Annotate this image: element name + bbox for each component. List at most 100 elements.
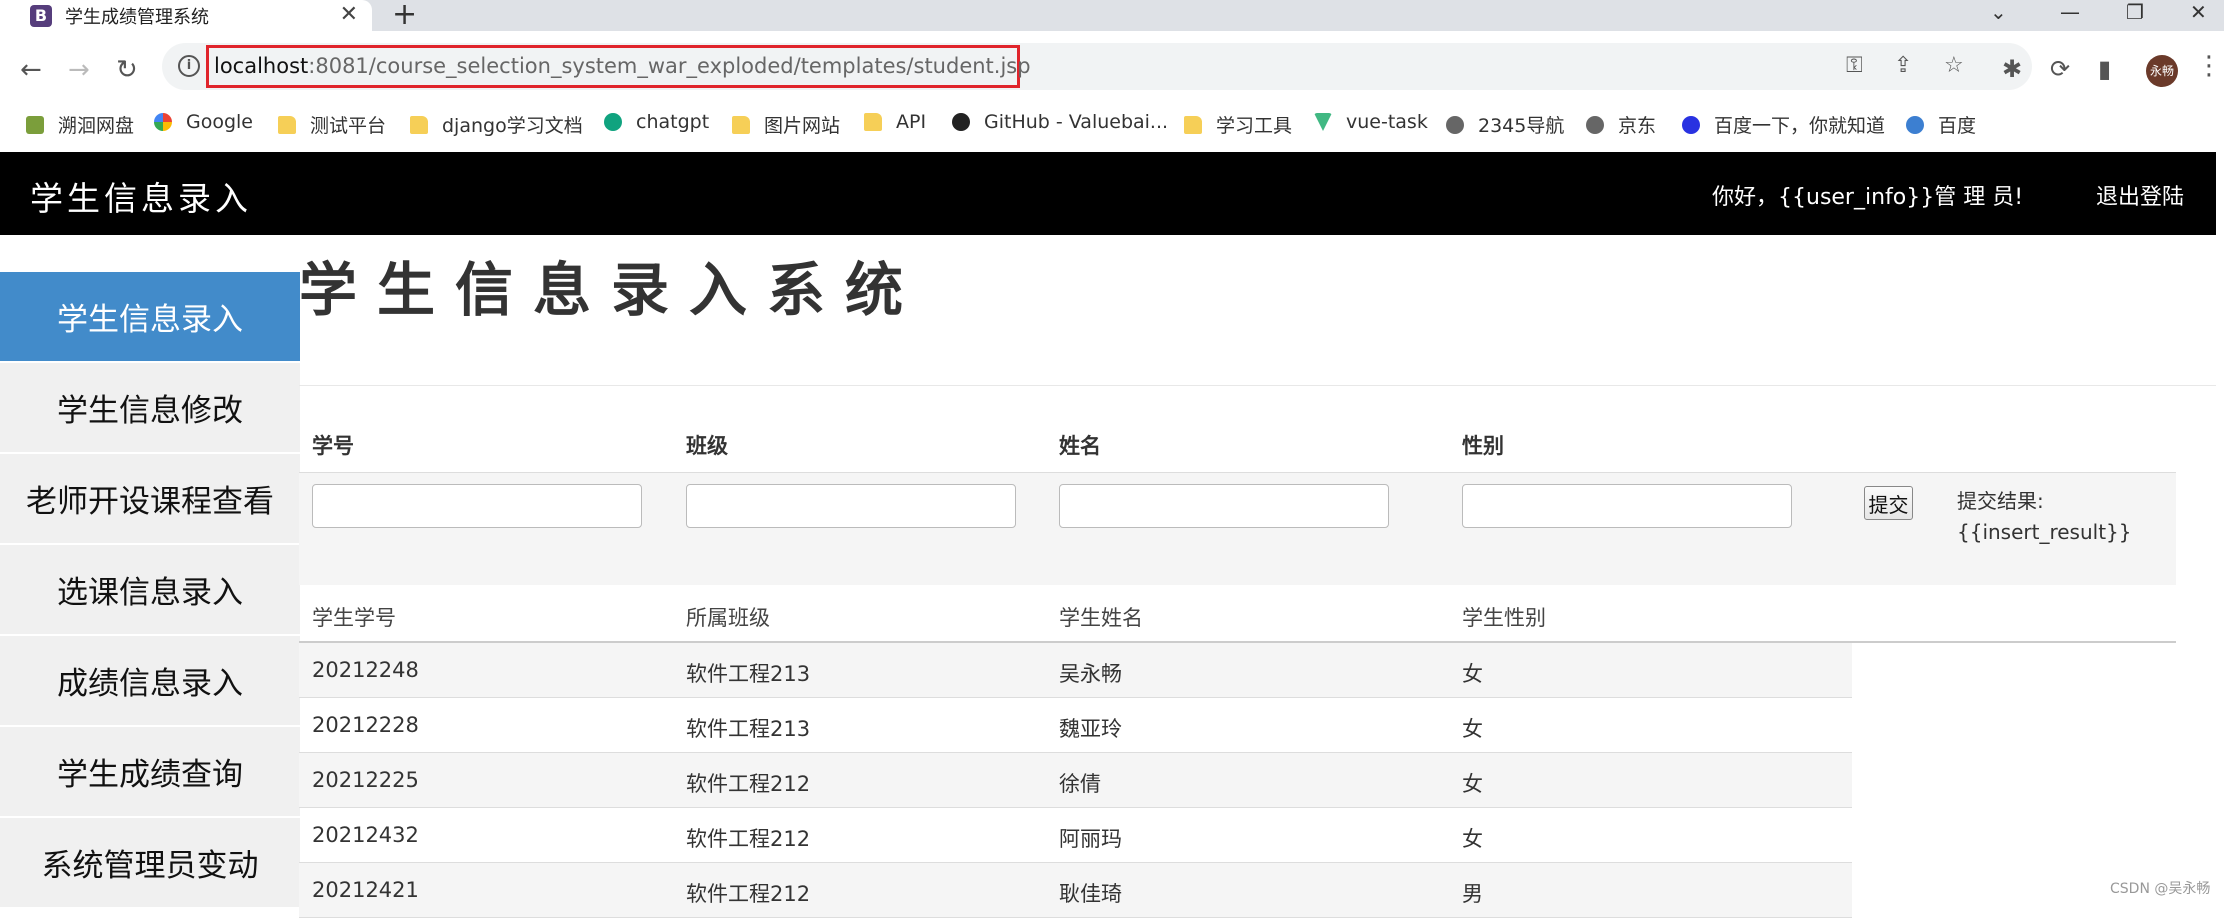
table-row: 20212248 软件工程213 吴永畅 女 xyxy=(299,643,1852,698)
sidebar: 学生信息录入 学生信息修改 老师开设课程查看 选课信息录入 成绩信息录入 学生成… xyxy=(0,272,300,909)
form-label-id: 学号 xyxy=(312,434,354,458)
google-icon xyxy=(154,113,172,131)
folder-icon xyxy=(864,113,882,131)
bookmark-item[interactable]: django学习文档 xyxy=(410,111,583,138)
table-header-class: 所属班级 xyxy=(686,606,770,630)
browser-tab[interactable]: B 学生成绩管理系统 ✕ xyxy=(0,0,372,31)
bookmark-item[interactable]: API xyxy=(864,111,926,133)
cell-class: 软件工程212 xyxy=(686,827,811,851)
cell-gender: 女 xyxy=(1462,827,1483,851)
restore-icon[interactable]: ❐ xyxy=(2126,0,2144,24)
logout-link[interactable]: 退出登陆 xyxy=(2096,179,2184,211)
performance-icon[interactable]: ⟳ xyxy=(2050,55,2070,83)
url-host: localhost xyxy=(214,54,309,78)
folder-icon xyxy=(410,115,428,134)
browser-tabstrip: B 学生成绩管理系统 ✕ + ⌄ — ❐ ✕ xyxy=(0,0,2224,31)
bookmark-item[interactable]: vue-task xyxy=(1314,111,1428,133)
table-header-gender: 学生性别 xyxy=(1462,606,1546,630)
cell-name: 耿佳琦 xyxy=(1059,882,1122,906)
more-menu-icon[interactable]: ⋮ xyxy=(2196,51,2222,81)
vue-icon xyxy=(1314,113,1332,131)
bookmark-item[interactable]: 2345导航 xyxy=(1446,111,1564,138)
bookmark-item[interactable]: GitHub - Valuebai... xyxy=(952,111,1168,133)
globe-icon xyxy=(1446,115,1464,134)
cell-student-id: 20212432 xyxy=(312,823,419,847)
bookmark-item[interactable]: 学习工具 xyxy=(1184,111,1292,138)
form-label-gender: 性别 xyxy=(1462,434,1504,458)
bookmark-item[interactable]: 图片网站 xyxy=(732,111,840,138)
bookmark-item[interactable]: 京东 xyxy=(1586,111,1656,138)
bookmark-item[interactable]: 溯洄网盘 xyxy=(26,111,134,138)
sidebar-item-teacher-courses[interactable]: 老师开设课程查看 xyxy=(0,454,300,545)
class-input[interactable] xyxy=(686,484,1016,528)
key-icon[interactable]: ⚿ xyxy=(1846,53,1863,78)
name-input[interactable] xyxy=(1059,484,1389,528)
bookmarks-bar: 溯洄网盘 Google 测试平台 django学习文档 chatgpt 图片网站… xyxy=(0,107,2224,143)
cloud-icon xyxy=(26,115,44,134)
top-navbar: 学生信息录入 你好，{{user_info}}管 理 员! 退出登陆 xyxy=(0,152,2216,235)
submit-result-label: 提交结果: xyxy=(1957,489,2044,513)
cell-name: 徐倩 xyxy=(1059,772,1101,796)
sidebar-item-student-entry[interactable]: 学生信息录入 xyxy=(0,272,300,363)
bookmark-item[interactable]: 百度 xyxy=(1906,111,1976,138)
table-header-id: 学生学号 xyxy=(312,606,396,630)
table-header-name: 学生姓名 xyxy=(1059,606,1143,630)
window-close-icon[interactable]: ✕ xyxy=(2190,0,2207,24)
cell-student-id: 20212225 xyxy=(312,768,419,792)
cell-name: 阿丽玛 xyxy=(1059,827,1122,851)
forward-icon[interactable]: → xyxy=(68,55,90,85)
student-id-input[interactable] xyxy=(312,484,642,528)
baidu-icon xyxy=(1682,115,1700,134)
sidebar-item-grade-query[interactable]: 学生成绩查询 xyxy=(0,727,300,818)
navbar-brand[interactable]: 学生信息录入 xyxy=(30,172,252,220)
page-title: 学生信息录入系统 xyxy=(299,256,924,324)
table-row: 20212225 软件工程212 徐倩 女 xyxy=(299,753,1852,808)
cell-student-id: 20212421 xyxy=(312,878,419,902)
bookmark-item[interactable]: Google xyxy=(154,111,253,133)
cell-student-id: 20212228 xyxy=(312,713,419,737)
globe-icon xyxy=(1586,115,1604,134)
cell-gender: 女 xyxy=(1462,662,1483,686)
bookmark-item[interactable]: 百度一下，你就知道 xyxy=(1682,111,1885,138)
chevron-down-icon[interactable]: ⌄ xyxy=(1990,0,2007,24)
cell-name: 魏亚玲 xyxy=(1059,717,1122,741)
back-icon[interactable]: ← xyxy=(20,55,42,85)
submit-button[interactable]: 提交 xyxy=(1864,486,1913,520)
extensions-icon[interactable]: ✱ xyxy=(2002,55,2022,83)
cell-student-id: 20212248 xyxy=(312,658,419,682)
reload-icon[interactable]: ↻ xyxy=(116,55,138,85)
table-row: 20212228 软件工程213 魏亚玲 女 xyxy=(299,698,1852,753)
new-tab-icon[interactable]: + xyxy=(392,0,417,30)
sidebar-item-admin-change[interactable]: 系统管理员变动 xyxy=(0,818,300,909)
sidebar-item-student-edit[interactable]: 学生信息修改 xyxy=(0,363,300,454)
folder-icon xyxy=(278,115,296,134)
github-icon xyxy=(952,113,970,131)
close-tab-icon[interactable]: ✕ xyxy=(340,2,358,27)
baidu-icon xyxy=(1906,115,1924,134)
browser-toolbar: ← → ↻ i localhost:8081/course_selection_… xyxy=(0,31,2224,115)
sidebar-item-course-selection[interactable]: 选课信息录入 xyxy=(0,545,300,636)
tab-title: 学生成绩管理系统 xyxy=(65,6,209,28)
site-info-icon[interactable]: i xyxy=(178,55,200,77)
watermark: CSDN @吴永畅 xyxy=(2110,881,2211,897)
cell-name: 吴永畅 xyxy=(1059,662,1122,686)
submit-result: 提交结果: {{insert_result}} xyxy=(1957,486,2132,548)
table-header-row: 学生学号 所属班级 学生姓名 学生性别 xyxy=(299,586,2176,643)
cell-gender: 男 xyxy=(1462,882,1483,906)
cell-class: 软件工程213 xyxy=(686,717,811,741)
avatar[interactable]: 永畅 xyxy=(2146,55,2178,87)
gender-input[interactable] xyxy=(1462,484,1792,528)
address-bar[interactable]: i localhost:8081/course_selection_system… xyxy=(162,43,2032,90)
student-table: 学生学号 所属班级 学生姓名 学生性别 20212248 软件工程213 吴永畅… xyxy=(299,586,2176,918)
share-icon[interactable]: ⇪ xyxy=(1894,53,1912,78)
url-text[interactable]: localhost:8081/course_selection_system_w… xyxy=(214,54,1031,78)
minimize-icon[interactable]: — xyxy=(2060,0,2080,24)
divider xyxy=(299,385,2216,386)
bookmark-item[interactable]: chatgpt xyxy=(604,111,709,133)
star-icon[interactable]: ☆ xyxy=(1944,53,1964,78)
sidebar-item-grade-entry[interactable]: 成绩信息录入 xyxy=(0,636,300,727)
bookmark-item[interactable]: 测试平台 xyxy=(278,111,386,138)
folder-icon xyxy=(1184,115,1202,134)
bootstrap-icon: B xyxy=(30,4,52,27)
side-panel-icon[interactable]: ▮ xyxy=(2098,55,2111,83)
